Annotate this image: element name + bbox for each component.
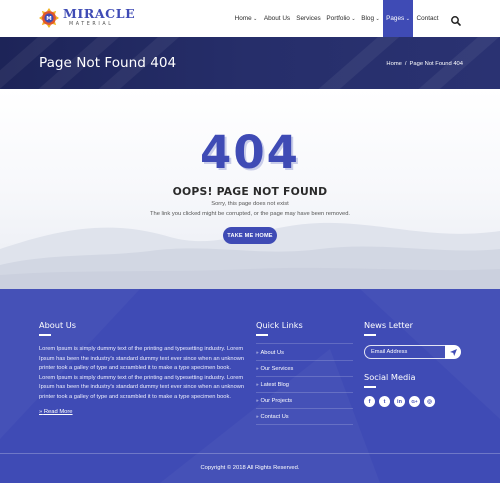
copyright-text: Copyright © 2018 All Rights Reserved. xyxy=(200,465,300,471)
error-code: 404 xyxy=(200,126,300,179)
newsletter-email-input[interactable]: Email Address xyxy=(364,345,445,359)
quick-link-our-projects[interactable]: » Our Projects xyxy=(256,393,353,409)
nav-about-us[interactable]: About Us xyxy=(261,0,293,37)
newsletter-submit-button[interactable] xyxy=(445,345,461,359)
nav-blog[interactable]: Blog ⌄ xyxy=(358,0,383,37)
take-me-home-button[interactable]: TAKE ME HOME xyxy=(223,227,277,244)
logo-title: MIRACLE xyxy=(63,6,136,22)
site-header: M MIRACLE MATERIAL Home ⌄ About Us Servic… xyxy=(0,0,500,37)
quick-link-contact-us[interactable]: » Contact Us xyxy=(256,409,353,425)
newsletter-heading: News Letter xyxy=(364,320,414,330)
double-arrow-icon: » xyxy=(256,350,259,355)
google-plus-icon[interactable]: G+ xyxy=(409,396,420,407)
quick-links-underline xyxy=(256,334,268,336)
nav-portfolio[interactable]: Portfolio ⌄ xyxy=(324,0,358,37)
error-message: Sorry, this page does not exist xyxy=(211,201,289,207)
double-arrow-icon: » xyxy=(256,414,259,419)
gear-m-logo-icon: M xyxy=(39,8,59,28)
chevron-down-icon: ⌄ xyxy=(405,15,410,22)
breadcrumb-separator: / xyxy=(404,61,407,67)
paper-plane-icon xyxy=(449,348,457,356)
facebook-icon[interactable]: f xyxy=(364,396,375,407)
chevron-down-icon: ⌄ xyxy=(351,15,356,22)
logo-subtitle: MATERIAL xyxy=(69,21,114,27)
double-arrow-icon: » xyxy=(256,398,259,403)
about-text: Lorem Ipsum is simply dummy text of the … xyxy=(39,346,244,400)
double-arrow-icon: » xyxy=(39,409,43,415)
instagram-icon[interactable]: ◎ xyxy=(424,396,435,407)
about-heading: About Us xyxy=(39,320,77,330)
quick-links-heading: Quick Links xyxy=(256,320,303,330)
double-arrow-icon: » xyxy=(256,382,259,387)
breadcrumb-home[interactable]: Home xyxy=(386,61,401,67)
error-detail: The link you clicked might be corrupted,… xyxy=(149,211,351,217)
error-heading: OOPS! PAGE NOT FOUND xyxy=(172,185,328,198)
social-media-heading: Social Media xyxy=(364,372,416,382)
quick-link-our-services[interactable]: » Our Services xyxy=(256,361,353,377)
nav-services[interactable]: Services xyxy=(293,0,324,37)
chevron-down-icon: ⌄ xyxy=(375,15,380,22)
linkedin-icon[interactable]: in xyxy=(394,396,405,407)
twitter-icon[interactable]: t xyxy=(379,396,390,407)
about-heading-underline xyxy=(39,334,51,336)
svg-text:M: M xyxy=(46,16,51,22)
site-logo[interactable]: M MIRACLE MATERIAL xyxy=(39,8,135,28)
double-arrow-icon: » xyxy=(256,366,259,371)
read-more-link[interactable]: » Read More xyxy=(39,409,73,415)
nav-home[interactable]: Home ⌄ xyxy=(231,0,261,37)
nav-pages[interactable]: Pages ⌄ xyxy=(383,0,413,37)
breadcrumb-current: Page Not Found 404 xyxy=(409,61,464,67)
quick-link-about-us[interactable]: » About Us xyxy=(256,345,353,361)
footer-divider xyxy=(0,453,500,454)
breadcrumb: Home / Page Not Found 404 xyxy=(386,61,463,67)
page-title: Page Not Found 404 xyxy=(39,55,177,71)
social-media-underline xyxy=(364,386,376,388)
search-icon[interactable] xyxy=(450,12,462,26)
chevron-down-icon: ⌄ xyxy=(253,15,258,22)
nav-contact[interactable]: Contact xyxy=(413,0,442,37)
quick-link-latest-blog[interactable]: » Latest Blog xyxy=(256,377,353,393)
newsletter-underline xyxy=(364,334,376,336)
